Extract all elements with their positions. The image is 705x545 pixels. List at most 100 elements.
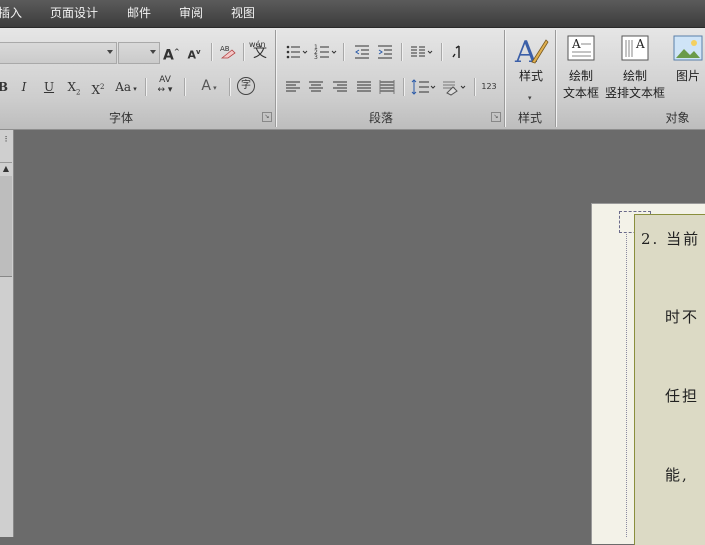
separator xyxy=(474,78,475,96)
text-frame[interactable] xyxy=(634,214,705,545)
superscript-button[interactable]: X2 xyxy=(89,77,107,97)
styles-button[interactable]: A 样式 ▾ xyxy=(510,32,552,102)
distribute-button[interactable] xyxy=(378,77,396,97)
ribbon: A^ Av AB wén 文 B I U X2 X2 Aa ▾ AV ↔ ▾ A … xyxy=(0,28,705,130)
pane-options-icon[interactable]: ⁝ xyxy=(0,134,12,146)
increase-indent-button[interactable] xyxy=(375,42,395,62)
svg-text:A: A xyxy=(514,35,537,68)
textbox-icon: A xyxy=(567,35,595,61)
svg-text:AB: AB xyxy=(220,45,230,53)
superscript-icon: X xyxy=(91,83,101,97)
scroll-up-icon[interactable]: ▲ xyxy=(0,162,12,175)
grow-font-button[interactable]: A^ xyxy=(163,42,180,64)
styles-button-label: 样式 xyxy=(518,69,543,83)
decrease-indent-icon xyxy=(355,45,369,59)
sort-icon: 123 xyxy=(481,82,497,91)
change-case-button[interactable]: Aa ▾ xyxy=(112,77,140,97)
document-line-2: 时不 xyxy=(665,308,700,326)
separator xyxy=(343,43,344,61)
decrease-indent-button[interactable] xyxy=(352,42,372,62)
separator xyxy=(441,43,442,61)
numbering-button[interactable]: 123 xyxy=(314,42,338,62)
vertical-textbox-label-line1: 绘制 xyxy=(622,69,647,83)
bullets-icon xyxy=(286,45,308,59)
picture-label: 图片 xyxy=(675,69,700,83)
menu-review[interactable]: 审阅 xyxy=(179,0,203,27)
clear-format-button[interactable]: AB xyxy=(218,42,238,62)
paragraph-mark-icon xyxy=(452,45,460,58)
shrink-font-button[interactable]: Av xyxy=(186,42,202,62)
subscript-button[interactable]: X2 xyxy=(65,77,83,97)
numbering-icon: 123 xyxy=(314,44,337,61)
paragraph-dialog-launcher[interactable]: ↘ xyxy=(491,112,501,122)
phonetic-guide-icon: wén 文 xyxy=(249,40,271,63)
group-separator xyxy=(555,30,556,127)
font-color-button[interactable]: A ▾ xyxy=(194,76,224,96)
font-size-combo[interactable] xyxy=(118,42,160,64)
vertical-textbox-label-line2: 竖排文本框 xyxy=(604,86,665,100)
increase-indent-icon xyxy=(378,45,392,59)
ruler-scroll-thumb[interactable] xyxy=(0,176,12,277)
menu-page-design[interactable]: 页面设计 xyxy=(50,0,98,27)
document-line-3: 任担 xyxy=(665,387,700,405)
align-left-button[interactable] xyxy=(284,77,302,97)
separator xyxy=(243,43,244,61)
font-color-icon: A xyxy=(201,78,211,94)
enclose-characters-button[interactable]: 字 xyxy=(236,76,256,96)
justify-button[interactable] xyxy=(355,77,373,97)
shading-icon xyxy=(443,81,466,96)
svg-text:3: 3 xyxy=(314,54,318,61)
separator xyxy=(184,78,185,96)
underline-button[interactable]: U xyxy=(41,77,57,97)
font-name-combo[interactable] xyxy=(0,42,117,64)
align-center-icon xyxy=(309,81,323,92)
subscript-icon: X xyxy=(67,80,77,94)
draw-textbox-button[interactable]: A 绘制 文本框 xyxy=(561,32,601,104)
bold-button[interactable]: B xyxy=(0,77,10,97)
grow-font-icon: A xyxy=(163,47,174,64)
styles-dropdown-arrow: ▾ xyxy=(528,94,532,102)
picture-button[interactable]: 图片 xyxy=(670,32,705,104)
vertical-textbox-icon: A xyxy=(621,35,649,61)
picture-icon xyxy=(673,35,703,61)
align-left-icon xyxy=(286,81,300,92)
character-spacing-icon: AV ↔ ▾ xyxy=(152,75,178,95)
vertical-ruler-pane: ⁝ ▲ xyxy=(0,130,14,537)
svg-text:A: A xyxy=(571,37,581,51)
separator xyxy=(145,78,146,96)
separator xyxy=(229,78,230,96)
sort-button[interactable]: 123 xyxy=(479,77,499,97)
separator xyxy=(211,43,212,61)
menu-view[interactable]: 视图 xyxy=(231,0,255,27)
shrink-font-icon: A xyxy=(187,48,196,62)
font-group-label: 字体 xyxy=(108,111,133,125)
textbox-guide-line xyxy=(626,232,628,537)
document-line-1: 2. 当前 xyxy=(641,230,701,248)
italic-button[interactable]: I xyxy=(17,77,31,97)
menu-insert[interactable]: 插入 xyxy=(0,0,22,27)
styles-group-label: 样式 xyxy=(517,111,542,125)
align-right-icon xyxy=(333,81,347,92)
styles-icon: A xyxy=(514,35,549,68)
font-dialog-launcher[interactable]: ↘ xyxy=(262,112,272,122)
change-case-icon: Aa xyxy=(115,80,132,94)
paragraph-group-label: 段落 xyxy=(368,111,393,125)
shading-button[interactable] xyxy=(441,77,467,97)
bullets-button[interactable] xyxy=(285,42,309,62)
line-spacing-button[interactable] xyxy=(410,77,436,97)
distribute-icon xyxy=(379,80,395,94)
columns-button[interactable] xyxy=(408,42,434,62)
justify-icon xyxy=(357,81,371,92)
clear-format-icon: AB xyxy=(220,45,236,59)
align-center-button[interactable] xyxy=(307,77,325,97)
spacing-text: AV xyxy=(159,75,171,85)
character-spacing-button[interactable]: AV ↔ ▾ xyxy=(152,75,178,95)
align-right-button[interactable] xyxy=(331,77,349,97)
line-spacing-icon xyxy=(411,79,436,95)
phonetic-guide-button[interactable]: wén 文 xyxy=(249,40,271,63)
columns-icon xyxy=(411,46,433,57)
menu-mailings[interactable]: 邮件 xyxy=(127,0,151,27)
show-marks-button[interactable] xyxy=(449,42,467,62)
draw-vertical-textbox-button[interactable]: A 绘制 竖排文本框 xyxy=(604,32,666,104)
draw-textbox-label-line1: 绘制 xyxy=(568,69,593,83)
